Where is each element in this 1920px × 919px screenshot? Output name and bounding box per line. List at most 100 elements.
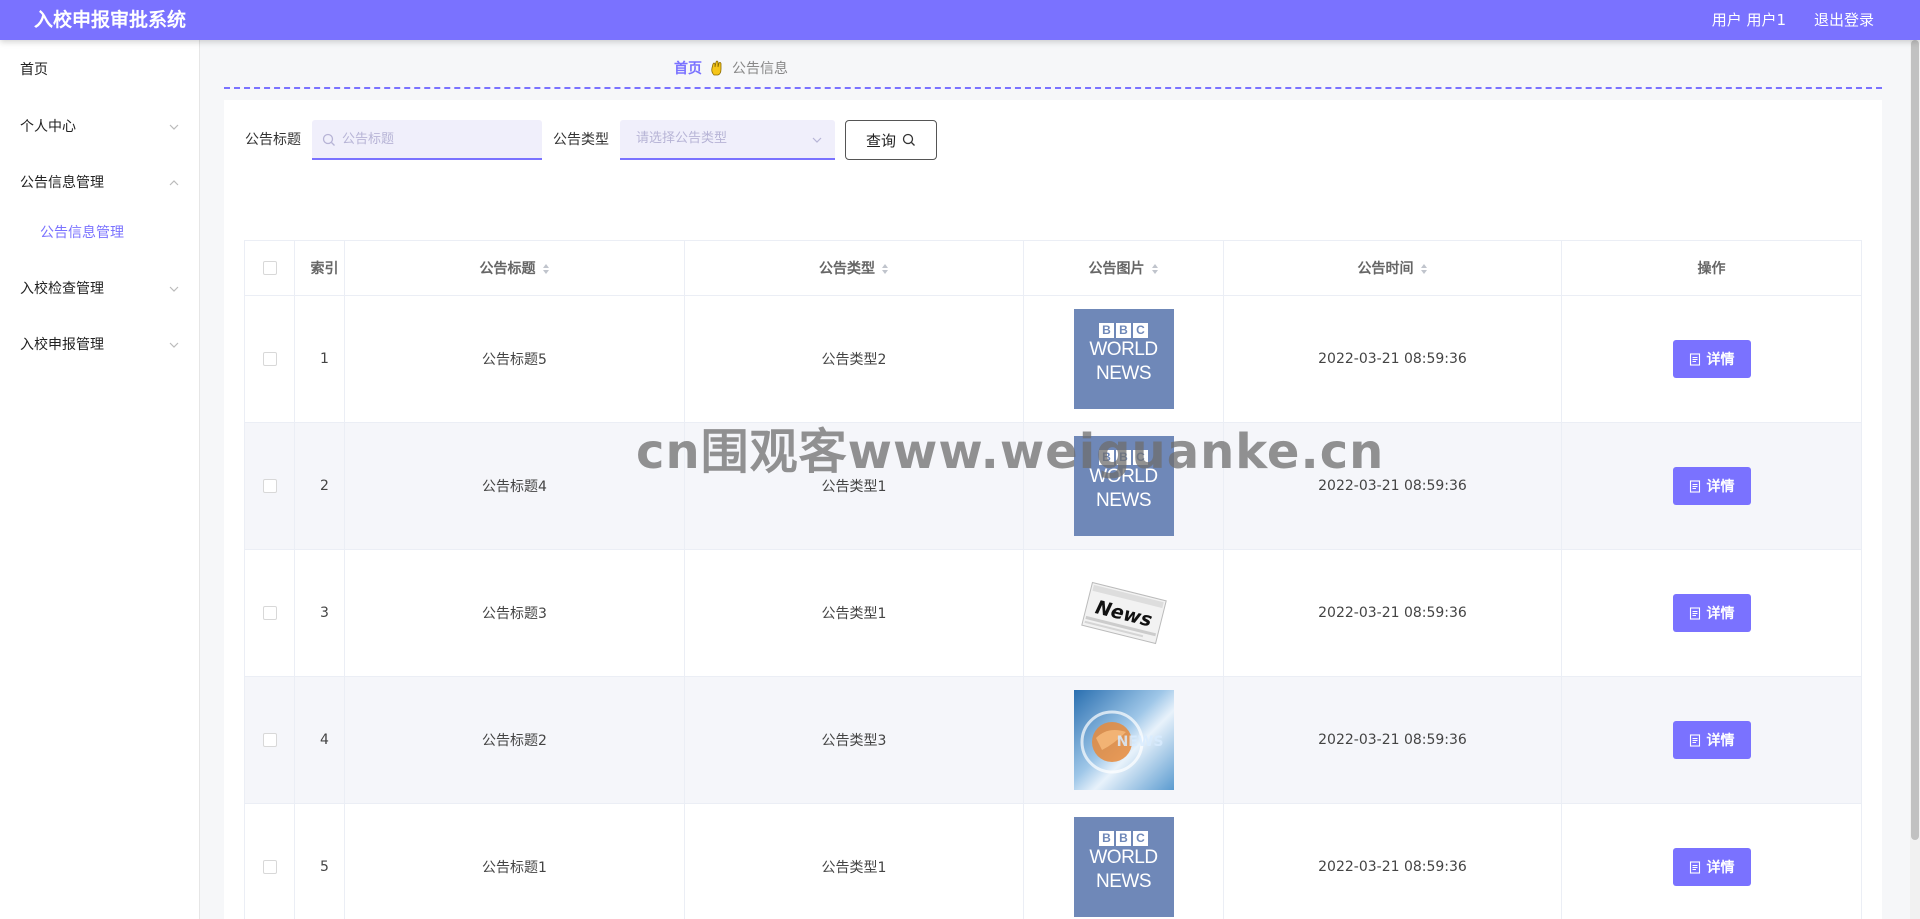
- notice-image-globe[interactable]: NEWS: [1073, 690, 1174, 790]
- header-time[interactable]: 公告时间: [1223, 240, 1562, 296]
- logout-link[interactable]: 退出登录: [1814, 0, 1874, 40]
- detail-button[interactable]: 详情: [1672, 721, 1751, 759]
- sidebar-item-label: 首页: [20, 62, 48, 78]
- chevron-down-icon: [169, 124, 179, 130]
- bbc-letter: C: [1133, 323, 1148, 338]
- detail-button-label: 详情: [1706, 479, 1735, 495]
- row-checkbox[interactable]: [262, 733, 277, 747]
- bbc-letter: C: [1133, 450, 1148, 465]
- row-checkbox[interactable]: [262, 479, 277, 493]
- header-image[interactable]: 公告图片: [1023, 240, 1224, 296]
- sort-icon[interactable]: [542, 263, 550, 275]
- document-icon: [1689, 352, 1700, 366]
- header-type-label: 公告类型: [819, 261, 875, 277]
- sort-icon[interactable]: [1420, 263, 1428, 275]
- bbc-letter: B: [1116, 323, 1131, 338]
- bbc-letter: B: [1099, 831, 1114, 846]
- header-time-label: 公告时间: [1357, 261, 1414, 277]
- search-icon: [322, 133, 335, 146]
- row-index: 3: [294, 549, 345, 677]
- notice-image-bbc[interactable]: BBC WORLD NEWS: [1073, 436, 1174, 536]
- detail-button-label: 详情: [1706, 733, 1735, 749]
- detail-button-label: 详情: [1706, 352, 1735, 368]
- type-select-placeholder: 请选择公告类型: [636, 131, 728, 146]
- select-all-checkbox[interactable]: [262, 261, 277, 275]
- title-filter-label: 公告标题: [245, 132, 301, 148]
- newspaper-icon: News: [1080, 581, 1167, 645]
- chevron-up-icon: [169, 180, 179, 186]
- row-time: 2022-03-21 08:59:36: [1223, 676, 1562, 804]
- row-time: 2022-03-21 08:59:36: [1223, 295, 1562, 423]
- row-title: 公告标题5: [344, 295, 685, 423]
- row-checkbox[interactable]: [262, 860, 277, 874]
- sidebar-item-declare[interactable]: 入校申报管理: [20, 334, 190, 356]
- bbc-letter: C: [1133, 831, 1148, 846]
- app-title: 入校申报审批系统: [34, 9, 187, 31]
- chevron-down-icon: [812, 137, 822, 143]
- bbc-letter: B: [1099, 450, 1114, 465]
- breadcrumb-divider: [224, 87, 1882, 89]
- select-all-cell: [244, 240, 295, 296]
- chevron-down-icon: [169, 286, 179, 292]
- bbc-letter: B: [1116, 831, 1131, 846]
- sidebar-item-home[interactable]: 首页: [20, 59, 190, 81]
- header-action: 操作: [1561, 240, 1862, 296]
- header-type[interactable]: 公告类型: [684, 240, 1024, 296]
- document-icon: [1689, 479, 1700, 493]
- row-action-cell: 详情: [1561, 676, 1862, 804]
- row-action-cell: 详情: [1561, 295, 1862, 423]
- row-image-cell: BBC WORLD NEWS: [1023, 803, 1224, 919]
- header-title[interactable]: 公告标题: [344, 240, 685, 296]
- table-row: 1 公告标题5 公告类型2 BBC WORLD NEWS 2022-03-21 …: [244, 295, 1862, 423]
- image-news-text: NEWS: [1096, 363, 1152, 384]
- row-checkbox[interactable]: [262, 352, 277, 366]
- sidebar-subitem-notice-manage[interactable]: 公告信息管理: [40, 222, 190, 244]
- row-type: 公告类型1: [684, 422, 1024, 550]
- sidebar-item-profile[interactable]: 个人中心: [20, 116, 190, 138]
- row-image-cell: BBC WORLD NEWS: [1023, 422, 1224, 550]
- table-row: 5 公告标题1 公告类型1 BBC WORLD NEWS 2022-03-21 …: [244, 803, 1862, 919]
- row-checkbox[interactable]: [262, 606, 277, 620]
- image-world-text: WORLD: [1089, 466, 1158, 487]
- detail-button[interactable]: 详情: [1672, 340, 1751, 378]
- notice-table: 索引 公告标题 公告类型 公告图片 公告时间 操作 1 公告标题5 公告类型2 …: [244, 240, 1862, 919]
- row-action-cell: 详情: [1561, 549, 1862, 677]
- sidebar-item-label: 入校检查管理: [20, 281, 104, 297]
- row-type: 公告类型3: [684, 676, 1024, 804]
- row-time: 2022-03-21 08:59:36: [1223, 803, 1562, 919]
- document-icon: [1689, 606, 1700, 620]
- notice-image-bbc[interactable]: BBC WORLD NEWS: [1073, 817, 1174, 917]
- row-title: 公告标题1: [344, 803, 685, 919]
- document-icon: [1689, 860, 1700, 874]
- row-time: 2022-03-21 08:59:36: [1223, 549, 1562, 677]
- detail-button[interactable]: 详情: [1672, 848, 1751, 886]
- notice-image-newspaper[interactable]: News: [1073, 563, 1174, 663]
- sort-icon[interactable]: [881, 263, 889, 275]
- detail-button-label: 详情: [1706, 606, 1735, 622]
- image-news-text: NEWS: [1096, 490, 1152, 511]
- header-title-label: 公告标题: [479, 261, 536, 277]
- breadcrumb-home[interactable]: 首页: [674, 58, 702, 78]
- scrollbar-thumb[interactable]: [1911, 40, 1919, 840]
- detail-button[interactable]: 详情: [1672, 467, 1751, 505]
- row-index: 4: [294, 676, 345, 804]
- sidebar-item-check[interactable]: 入校检查管理: [20, 278, 190, 300]
- sidebar-item-label: 入校申报管理: [20, 337, 104, 353]
- sidebar: 首页 个人中心 公告信息管理 公告信息管理 入校检查管理 入校申报管理: [0, 40, 200, 919]
- row-title: 公告标题2: [344, 676, 685, 804]
- row-image-cell: NEWS: [1023, 676, 1224, 804]
- detail-button[interactable]: 详情: [1672, 594, 1751, 632]
- row-action-cell: 详情: [1561, 422, 1862, 550]
- sort-icon[interactable]: [1151, 263, 1159, 275]
- sidebar-item-notices[interactable]: 公告信息管理: [20, 172, 190, 194]
- row-type: 公告类型1: [684, 803, 1024, 919]
- query-button[interactable]: 查询: [845, 120, 937, 160]
- page-scrollbar[interactable]: [1910, 40, 1920, 919]
- row-image-cell: News: [1023, 549, 1224, 677]
- chevron-down-icon: [169, 342, 179, 348]
- type-select[interactable]: 请选择公告类型: [620, 120, 835, 160]
- notice-image-bbc[interactable]: BBC WORLD NEWS: [1073, 309, 1174, 409]
- bbc-letter: B: [1099, 323, 1114, 338]
- image-world-text: WORLD: [1089, 339, 1158, 360]
- title-search-input[interactable]: [312, 120, 542, 160]
